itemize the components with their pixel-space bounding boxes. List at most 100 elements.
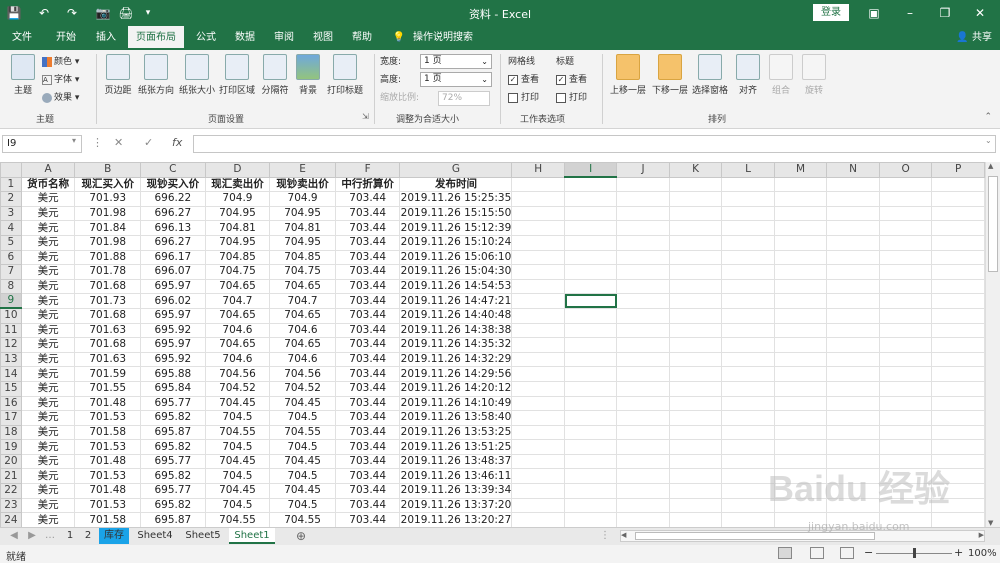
- cell[interactable]: [721, 205, 775, 222]
- cell[interactable]: [826, 439, 880, 455]
- column-header[interactable]: L: [721, 162, 775, 178]
- cell[interactable]: [511, 468, 565, 485]
- tab-view[interactable]: 视图: [305, 26, 341, 50]
- cell[interactable]: [511, 366, 565, 382]
- cell[interactable]: 703.44: [334, 264, 401, 280]
- margins-button[interactable]: 页边距: [102, 54, 134, 96]
- undo-icon[interactable]: ↶: [36, 5, 52, 21]
- cell[interactable]: [931, 191, 985, 207]
- cell[interactable]: 701.73: [74, 293, 142, 309]
- cell[interactable]: 704.65: [269, 337, 336, 353]
- cell[interactable]: [668, 205, 723, 222]
- print-area-button[interactable]: 打印区域: [218, 54, 256, 96]
- cell[interactable]: 701.63: [74, 351, 142, 368]
- cell[interactable]: [616, 191, 670, 207]
- cell[interactable]: [511, 424, 565, 441]
- row-header[interactable]: 7: [0, 264, 22, 280]
- cell[interactable]: 696.02: [140, 293, 206, 309]
- camera-icon[interactable]: 📷: [95, 5, 111, 21]
- cell[interactable]: 704.75: [204, 264, 271, 280]
- cell[interactable]: 美元: [20, 249, 76, 266]
- cell[interactable]: 现汇买入价: [74, 176, 142, 193]
- cell[interactable]: 704.95: [269, 234, 336, 251]
- cell[interactable]: [931, 351, 985, 368]
- cell[interactable]: 2019.11.26 13:48:37: [399, 453, 513, 470]
- scroll-up-icon[interactable]: ▲: [988, 162, 993, 170]
- cell[interactable]: 704.6: [269, 322, 336, 339]
- cell[interactable]: 695.77: [140, 395, 206, 412]
- cell[interactable]: [721, 264, 775, 280]
- cell[interactable]: 701.53: [74, 497, 142, 514]
- cell[interactable]: [721, 176, 775, 193]
- column-header[interactable]: E: [269, 162, 336, 178]
- close-icon[interactable]: ✕: [972, 5, 988, 21]
- row-header[interactable]: 4: [0, 220, 22, 236]
- cell[interactable]: [773, 234, 828, 251]
- themes-button[interactable]: 主题: [6, 54, 40, 96]
- cell[interactable]: [826, 191, 880, 207]
- cell[interactable]: 704.52: [204, 380, 271, 397]
- cell[interactable]: 696.17: [140, 249, 206, 266]
- cell[interactable]: [616, 234, 670, 251]
- cell[interactable]: 703.44: [334, 307, 401, 324]
- tab-review[interactable]: 审阅: [266, 26, 302, 50]
- cell[interactable]: 704.65: [269, 278, 336, 295]
- horizontal-scrollbar[interactable]: ◀ ▶: [620, 530, 985, 542]
- cell[interactable]: 704.5: [204, 497, 271, 514]
- cell[interactable]: [931, 278, 985, 295]
- cell[interactable]: [878, 366, 933, 382]
- cell[interactable]: 701.98: [74, 234, 142, 251]
- cell[interactable]: [511, 351, 565, 368]
- cell[interactable]: [511, 380, 565, 397]
- cell[interactable]: [616, 293, 670, 309]
- selection-pane-button[interactable]: 选择窗格: [690, 54, 730, 96]
- cell[interactable]: 696.13: [140, 220, 206, 236]
- background-button[interactable]: 背景: [294, 54, 322, 96]
- tab-data[interactable]: 数据: [227, 26, 263, 50]
- cell[interactable]: 货币名称: [20, 176, 76, 193]
- tab-insert[interactable]: 插入: [88, 26, 124, 50]
- cell[interactable]: 704.65: [204, 337, 271, 353]
- cell[interactable]: 695.77: [140, 453, 206, 470]
- cell[interactable]: 美元: [20, 337, 76, 353]
- cell[interactable]: 美元: [20, 191, 76, 207]
- cell[interactable]: 701.88: [74, 249, 142, 266]
- cell[interactable]: [616, 483, 670, 499]
- cell[interactable]: 704.5: [204, 468, 271, 485]
- row-header[interactable]: 10: [0, 307, 22, 324]
- cell[interactable]: [563, 468, 618, 485]
- zoom-slider[interactable]: [876, 548, 952, 558]
- cell[interactable]: [668, 483, 723, 499]
- tab-page-layout[interactable]: 页面布局: [128, 26, 184, 50]
- cell[interactable]: 704.95: [269, 205, 336, 222]
- cell[interactable]: [668, 453, 723, 470]
- row-header[interactable]: 2: [0, 191, 22, 207]
- cell[interactable]: 美元: [20, 264, 76, 280]
- cell[interactable]: [826, 351, 880, 368]
- cell[interactable]: 704.6: [204, 322, 271, 339]
- cell[interactable]: 704.45: [269, 483, 336, 499]
- cell[interactable]: [878, 293, 933, 309]
- add-sheet-icon[interactable]: ⊕: [292, 528, 310, 544]
- cell[interactable]: 704.85: [204, 249, 271, 266]
- cell[interactable]: [511, 483, 565, 499]
- cell[interactable]: [563, 278, 618, 295]
- cell[interactable]: [931, 512, 985, 527]
- cell[interactable]: 701.68: [74, 337, 142, 353]
- cell[interactable]: 2019.11.26 14:35:32: [399, 337, 513, 353]
- cell[interactable]: 695.77: [140, 483, 206, 499]
- cell[interactable]: [511, 453, 565, 470]
- cell[interactable]: [721, 293, 775, 309]
- cell[interactable]: 701.53: [74, 468, 142, 485]
- cell[interactable]: 美元: [20, 483, 76, 499]
- cell[interactable]: 704.6: [204, 351, 271, 368]
- cell[interactable]: 美元: [20, 439, 76, 455]
- cell[interactable]: 695.88: [140, 366, 206, 382]
- cell[interactable]: [878, 249, 933, 266]
- cell[interactable]: [931, 234, 985, 251]
- cell[interactable]: 2019.11.26 13:51:25: [399, 439, 513, 455]
- cell[interactable]: 2019.11.26 13:37:20: [399, 497, 513, 514]
- row-header[interactable]: 11: [0, 322, 22, 339]
- cell[interactable]: [563, 512, 618, 527]
- cell[interactable]: [878, 220, 933, 236]
